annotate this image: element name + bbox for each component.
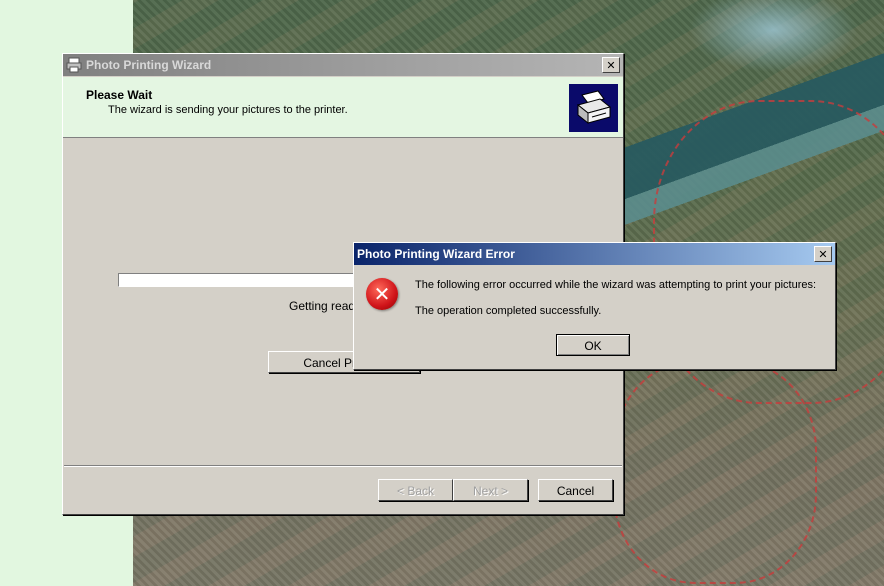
wizard-close-button[interactable]: ✕ xyxy=(602,57,620,73)
wizard-printer-image xyxy=(569,84,618,132)
error-dialog-titlebar[interactable]: Photo Printing Wizard Error ✕ xyxy=(354,243,835,265)
wizard-title: Photo Printing Wizard xyxy=(86,58,212,72)
printer-icon xyxy=(66,57,82,73)
printer-icon xyxy=(576,90,611,125)
wizard-header: Please Wait The wizard is sending your p… xyxy=(63,77,623,138)
wizard-divider xyxy=(64,465,622,467)
error-message: The following error occurred while the w… xyxy=(415,279,817,291)
error-detail: The operation completed successfully. xyxy=(415,305,602,317)
wallpaper-boundary xyxy=(613,360,817,584)
error-dialog: Photo Printing Wizard Error ✕ ✕ The foll… xyxy=(353,242,836,370)
close-icon: ✕ xyxy=(818,247,828,261)
wizard-titlebar[interactable]: Photo Printing Wizard ✕ xyxy=(63,54,623,76)
wizard-header-title: Please Wait xyxy=(86,88,153,102)
error-dialog-close-button[interactable]: ✕ xyxy=(814,246,832,262)
back-button[interactable]: < Back xyxy=(378,479,453,501)
wizard-header-subtitle: The wizard is sending your pictures to t… xyxy=(108,104,348,116)
close-icon: ✕ xyxy=(606,58,616,72)
cancel-button[interactable]: Cancel xyxy=(538,479,613,501)
error-icon-glyph: ✕ xyxy=(373,282,391,306)
next-button[interactable]: Next > xyxy=(453,479,528,501)
ok-button[interactable]: OK xyxy=(556,334,630,356)
error-dialog-title: Photo Printing Wizard Error xyxy=(357,247,515,261)
error-icon: ✕ xyxy=(366,278,398,310)
